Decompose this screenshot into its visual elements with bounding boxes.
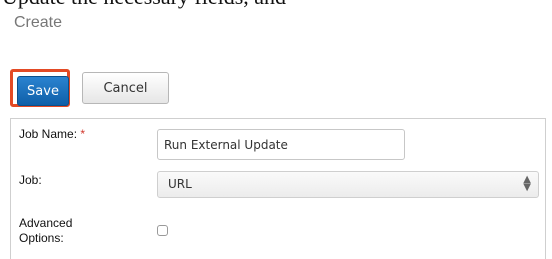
advanced-options-label-line2: Options: — [19, 231, 64, 245]
save-button[interactable]: Save — [17, 76, 69, 106]
advanced-options-checkbox[interactable] — [157, 225, 168, 236]
required-indicator: * — [80, 127, 86, 141]
advanced-options-label: Advanced Options: — [19, 216, 72, 246]
job-select[interactable]: URL ▲ ▼ — [157, 171, 539, 198]
job-select-value: URL — [168, 177, 192, 191]
job-name-label: Job Name: * — [19, 127, 85, 142]
job-name-input[interactable]: Run External Update — [157, 129, 405, 160]
job-name-label-text: Job Name: — [19, 127, 78, 141]
page-title: Create — [14, 14, 63, 31]
job-label: Job: — [19, 173, 42, 187]
cropped-instruction-text: Update the necessary fields, and — [2, 0, 286, 8]
create-form: Job Name: * Run External Update Job: URL… — [10, 118, 546, 259]
select-arrows-icon: ▲ ▼ — [523, 174, 531, 193]
cancel-button[interactable]: Cancel — [82, 72, 169, 104]
advanced-options-label-line1: Advanced — [19, 216, 73, 230]
save-button-highlight: Save — [10, 69, 70, 107]
